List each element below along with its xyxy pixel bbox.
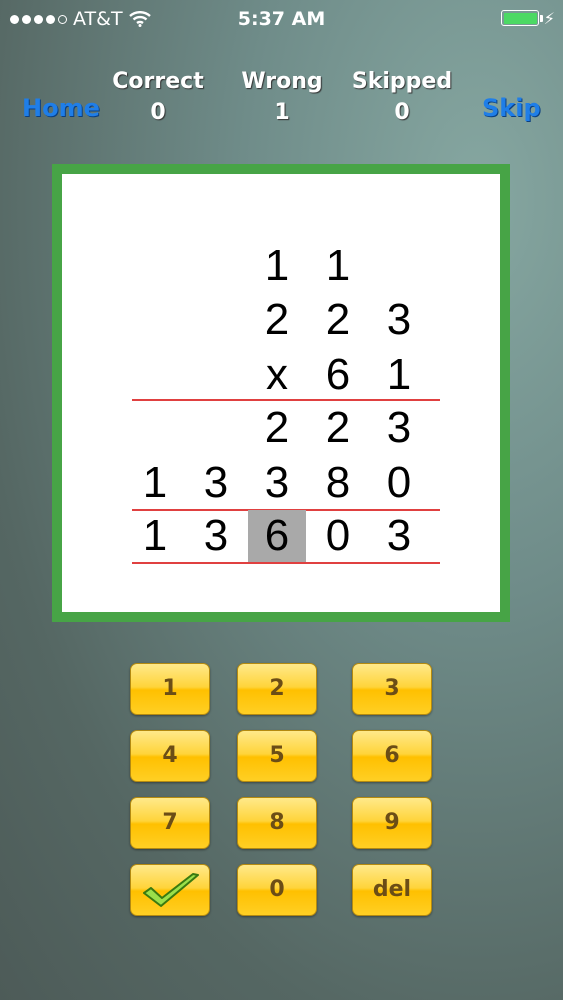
charging-icon: ⚡ bbox=[543, 9, 555, 28]
status-time: 5:37 AM bbox=[237, 8, 326, 30]
battery-icon bbox=[501, 10, 539, 26]
times-sign: x bbox=[266, 350, 288, 399]
skip-button[interactable]: Skip bbox=[482, 94, 541, 122]
key-3[interactable]: 3 bbox=[352, 663, 432, 715]
submit-button[interactable] bbox=[130, 864, 210, 916]
key-0[interactable]: 0 bbox=[237, 864, 317, 916]
key-5[interactable]: 5 bbox=[237, 730, 317, 782]
score-value: 0 bbox=[394, 100, 410, 125]
carry-digit: 1 bbox=[264, 241, 290, 290]
partial-product-digit: 2 bbox=[264, 403, 290, 452]
problem-board: 1 1 2 2 3 x 6 1 2 2 3 1 3 3 8 0 1 3 6 0 … bbox=[52, 164, 510, 622]
answer-digit[interactable]: 1 bbox=[126, 510, 184, 562]
key-2[interactable]: 2 bbox=[237, 663, 317, 715]
multiplicand-digit: 3 bbox=[386, 295, 412, 344]
battery-tip bbox=[540, 15, 543, 22]
multiplier-digit: 1 bbox=[386, 350, 412, 399]
key-7[interactable]: 7 bbox=[130, 797, 210, 849]
answer-digit[interactable]: 3 bbox=[187, 510, 245, 562]
score-skipped: Skipped 0 bbox=[342, 66, 462, 128]
key-4[interactable]: 4 bbox=[130, 730, 210, 782]
multiplicand-digit: 2 bbox=[264, 295, 290, 344]
check-icon bbox=[143, 873, 199, 907]
partial-product-digit: 3 bbox=[203, 458, 229, 507]
red-rule bbox=[132, 562, 440, 564]
partial-product-digit: 8 bbox=[325, 458, 351, 507]
score-correct: Correct 0 bbox=[98, 66, 218, 128]
key-8[interactable]: 8 bbox=[237, 797, 317, 849]
score-label: Wrong bbox=[241, 69, 323, 94]
partial-product-digit: 2 bbox=[325, 403, 351, 452]
status-bar: AT&T 5:37 AM ⚡ bbox=[0, 0, 563, 38]
score-value: 0 bbox=[150, 100, 166, 125]
key-6[interactable]: 6 bbox=[352, 730, 432, 782]
key-1[interactable]: 1 bbox=[130, 663, 210, 715]
score-wrong: Wrong 1 bbox=[222, 66, 342, 128]
key-9[interactable]: 9 bbox=[352, 797, 432, 849]
answer-digit[interactable]: 0 bbox=[309, 510, 367, 562]
partial-product-digit: 3 bbox=[264, 458, 290, 507]
multiplier-digit: 6 bbox=[325, 350, 351, 399]
partial-product-digit: 0 bbox=[386, 458, 412, 507]
multiplicand-digit: 2 bbox=[325, 295, 351, 344]
score-label: Correct bbox=[112, 69, 204, 94]
home-button[interactable]: Home bbox=[22, 94, 100, 122]
delete-button[interactable]: del bbox=[352, 864, 432, 916]
partial-product-digit: 1 bbox=[142, 458, 168, 507]
red-rule bbox=[132, 399, 440, 401]
score-label: Skipped bbox=[351, 69, 453, 94]
carry-digit: 1 bbox=[325, 241, 351, 290]
score-value: 1 bbox=[274, 100, 290, 125]
partial-product-digit: 3 bbox=[386, 403, 412, 452]
answer-digit-active[interactable]: 6 bbox=[248, 510, 306, 562]
answer-digit[interactable]: 3 bbox=[370, 510, 428, 562]
